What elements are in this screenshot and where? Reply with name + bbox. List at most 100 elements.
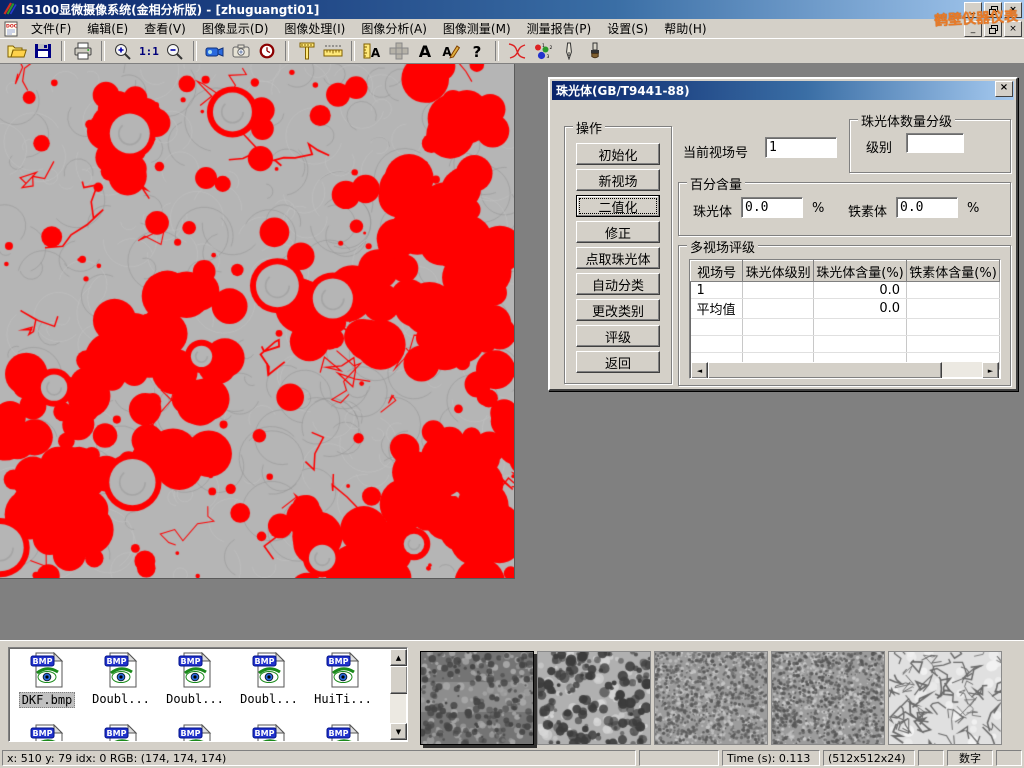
print-icon[interactable]	[70, 40, 96, 62]
micrograph-image[interactable]	[0, 64, 515, 579]
table-header-row: 视场号珠光体级别珠光体含量(%)铁素体含量(%)	[691, 261, 1000, 282]
file-item[interactable]: BMPDoubl...	[159, 652, 231, 706]
svg-text:BMP: BMP	[33, 657, 53, 666]
help-icon[interactable]: ?	[464, 40, 490, 62]
dialog-title-bar[interactable]: 珠光体(GB/T9441-88)	[552, 81, 1014, 100]
actual-size-label: 1:1	[139, 45, 159, 58]
op-button-9[interactable]: 返回	[576, 351, 660, 373]
save-icon[interactable]	[30, 40, 56, 62]
thumbnail-image	[421, 652, 533, 744]
scrollbar-thumb[interactable]	[390, 666, 408, 694]
table-row[interactable]: 平均值0.0	[691, 299, 1000, 319]
digital-mode-status: 数字	[947, 750, 993, 766]
pen-icon[interactable]	[556, 40, 582, 62]
zoom-in-icon[interactable]	[110, 40, 136, 62]
menu-item-settings[interactable]: 设置(S)	[599, 18, 656, 39]
level-input[interactable]	[906, 133, 964, 153]
scroll-left-icon[interactable]: ◄	[691, 362, 708, 379]
open-icon[interactable]	[4, 40, 30, 62]
menu-item-view[interactable]: 查看(V)	[136, 18, 194, 39]
caliper-icon[interactable]	[294, 40, 320, 62]
table-cell	[691, 319, 743, 336]
measure-text-icon[interactable]: A	[360, 40, 386, 62]
table-cell	[907, 282, 1000, 299]
brush-icon[interactable]	[582, 40, 608, 62]
document-icon[interactable]: DOC	[3, 21, 19, 37]
table-cell	[743, 319, 814, 336]
file-item[interactable]: BMP	[11, 724, 83, 742]
menu-item-image-display[interactable]: 图像显示(D)	[194, 18, 277, 39]
file-browser: BMPDKF.bmpBMPDoubl...BMPDoubl...BMPDoubl…	[8, 647, 408, 742]
svg-text:A: A	[419, 42, 432, 60]
file-item[interactable]: BMP	[233, 724, 305, 742]
annotate-icon[interactable]: A	[438, 40, 464, 62]
file-browser-scrollbar[interactable]: ▲ ▼	[390, 649, 406, 740]
menu-item-image-process[interactable]: 图像处理(I)	[276, 18, 353, 39]
op-button-6[interactable]: 自动分类	[576, 273, 660, 295]
column-header: 视场号	[691, 261, 743, 282]
dialog-close-icon[interactable]: ×	[995, 81, 1013, 97]
toolbar-group	[70, 40, 96, 62]
menu-item-edit[interactable]: 编辑(E)	[79, 18, 136, 39]
menu-item-help[interactable]: 帮助(H)	[656, 18, 714, 39]
capture-icon[interactable]	[228, 40, 254, 62]
svg-text:BMP: BMP	[329, 657, 349, 666]
micrograph-thumbnail[interactable]	[888, 651, 1002, 745]
file-item[interactable]: BMP	[85, 724, 157, 742]
timer-icon[interactable]	[254, 40, 280, 62]
status-segment-empty	[996, 750, 1022, 766]
scroll-up-icon[interactable]: ▲	[390, 649, 407, 666]
op-button-5[interactable]: 点取珠光体	[576, 247, 660, 269]
menu-bar: DOC 文件(F)编辑(E)查看(V)图像显示(D)图像处理(I)图像分析(A)…	[0, 19, 1024, 39]
toolbar-separator	[351, 41, 355, 61]
menu-item-image-analyze[interactable]: 图像分析(A)	[353, 18, 435, 39]
scroll-right-icon[interactable]: ►	[982, 362, 999, 379]
bmp-file-icon: BMP	[159, 724, 231, 742]
scroll-down-icon[interactable]: ▼	[390, 723, 407, 740]
zoom-out-icon[interactable]	[162, 40, 188, 62]
micrograph-thumbnail[interactable]	[537, 651, 651, 745]
ferrite-percent-input[interactable]: 0.0	[896, 197, 958, 218]
current-view-input[interactable]: 1	[765, 137, 837, 158]
op-button-1[interactable]: 初始化	[576, 143, 660, 165]
op-button-2[interactable]: 新视场	[576, 169, 660, 191]
text-icon[interactable]: A	[412, 40, 438, 62]
micrograph-thumbnail[interactable]	[420, 651, 534, 745]
op-button-3[interactable]: 二值化	[576, 195, 660, 217]
multi-view-group: 多视场评级 视场号珠光体级别珠光体含量(%)铁素体含量(%)10.0平均值0.0…	[678, 245, 1011, 386]
file-item[interactable]: BMP	[307, 724, 379, 742]
ruler-icon[interactable]	[320, 40, 346, 62]
bmp-file-icon: BMP	[233, 724, 305, 742]
op-button-7[interactable]: 更改类别	[576, 299, 660, 321]
bmp-file-icon: BMP	[159, 652, 231, 691]
table-cell: 1	[691, 282, 743, 299]
file-item[interactable]: BMPDoubl...	[85, 652, 157, 706]
file-item[interactable]: BMP	[159, 724, 231, 742]
toolbar-separator	[61, 41, 65, 61]
toolbar-group	[202, 40, 280, 62]
micrograph-thumbnail[interactable]	[654, 651, 768, 745]
table-row[interactable]: 10.0	[691, 282, 1000, 299]
operation-group: 操作 初始化新视场二值化修正点取珠光体自动分类更改类别评级返回	[564, 126, 672, 384]
classify-icon[interactable]: 123	[530, 40, 556, 62]
micrograph-thumbnail[interactable]	[771, 651, 885, 745]
file-name-label: Doubl...	[90, 692, 152, 706]
menu-item-file[interactable]: 文件(F)	[23, 18, 79, 39]
curve-icon[interactable]	[504, 40, 530, 62]
op-button-8[interactable]: 评级	[576, 325, 660, 347]
file-item[interactable]: BMPDKF.bmp	[11, 652, 83, 708]
table-horizontal-scrollbar[interactable]: ◄ ►	[691, 362, 999, 377]
pearlite-percent-input[interactable]: 0.0	[741, 197, 803, 218]
actual-size-icon[interactable]: 1:1	[136, 40, 162, 62]
toolbar-group: 1:1	[110, 40, 188, 62]
scrollbar-thumb[interactable]	[708, 362, 942, 379]
image-size-status: (512x512x24)	[823, 750, 915, 766]
video-camera-icon[interactable]	[202, 40, 228, 62]
op-button-4[interactable]: 修正	[576, 221, 660, 243]
menu-item-image-measure[interactable]: 图像测量(M)	[435, 18, 519, 39]
file-item[interactable]: BMPHuiTi...	[307, 652, 379, 706]
file-item[interactable]: BMPDoubl...	[233, 652, 305, 706]
menu-item-measure-report[interactable]: 测量报告(P)	[519, 18, 600, 39]
ferrite-label: 铁素体	[848, 201, 887, 220]
grid-icon[interactable]	[386, 40, 412, 62]
